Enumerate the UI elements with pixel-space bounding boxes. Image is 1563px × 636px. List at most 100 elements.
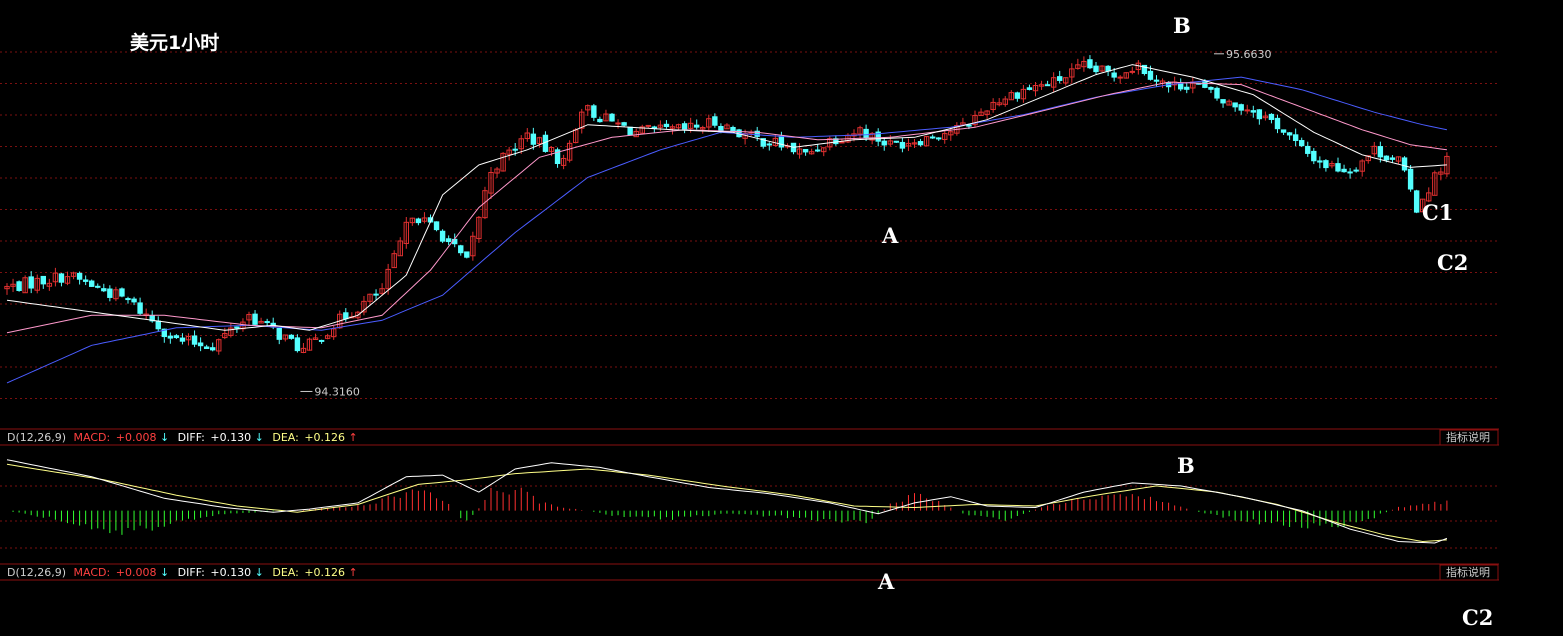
candle-up: [633, 128, 639, 138]
candle-series: [4, 55, 1450, 355]
candle-up: [113, 286, 119, 302]
indicator-help-button[interactable]: 指标说明: [1439, 429, 1499, 446]
candle-down: [1299, 137, 1305, 148]
candle-down: [1305, 141, 1311, 157]
candle-down: [252, 310, 258, 326]
price-annotation-c1: C1: [1422, 200, 1453, 225]
candle-down: [28, 271, 34, 294]
candle-up: [639, 124, 645, 134]
candle-up: [488, 166, 494, 199]
candle-down: [1238, 103, 1244, 115]
candle-down: [1292, 128, 1299, 147]
diff-line: [6, 459, 1448, 544]
candle-up: [1099, 65, 1105, 73]
svg-text:D(12,26,9) MACD: +: D(12,26,9) MACD: +0.008 ↓ DIFF: +0.130 ↓…: [7, 431, 358, 444]
candle-down: [833, 135, 839, 146]
candle-down: [893, 140, 900, 144]
candle-up: [978, 108, 984, 117]
candle-down: [917, 138, 924, 147]
candle-down: [802, 148, 809, 156]
candle-down: [1093, 62, 1099, 75]
candle-up: [421, 212, 428, 224]
candle-up: [403, 216, 410, 249]
candle-down: [1014, 91, 1021, 102]
candle-up: [1020, 84, 1027, 103]
candle-up: [603, 109, 609, 122]
candle-up: [1438, 167, 1444, 181]
indicator-help-label[interactable]: 指标说明: [1446, 430, 1490, 444]
candle-up: [216, 338, 222, 355]
chart-title: 美元1小时: [130, 31, 219, 54]
candle-down: [1335, 157, 1341, 173]
macd-lines: [6, 459, 1448, 544]
candle-down: [58, 272, 65, 287]
candle-down: [276, 327, 282, 345]
candle-down: [694, 119, 700, 130]
candle-down: [1178, 78, 1184, 92]
dea-line: [6, 463, 1447, 543]
low-price-marker: 94.3160: [300, 385, 360, 398]
candle-down: [929, 134, 936, 139]
candle-up: [391, 250, 397, 269]
indicator-header: D(12,26,9) MACD: +0.008 ↓ DIFF: +0.130 ↓…: [0, 428, 1499, 446]
diff-arrow: ↓: [255, 431, 264, 444]
indicator-help-button-2[interactable]: 指标说明: [1439, 564, 1499, 581]
candle-down: [1317, 156, 1323, 169]
candle-down: [591, 103, 597, 122]
macd-grid: [0, 485, 1499, 549]
candle-down: [621, 121, 627, 127]
candle-down: [1274, 114, 1281, 134]
candle-down: [197, 337, 204, 352]
candle-up: [258, 317, 264, 324]
candle-up: [1262, 111, 1269, 121]
candle-down: [778, 131, 785, 151]
candle-down: [1250, 105, 1256, 118]
candle-up: [70, 271, 77, 280]
price-grid: [0, 51, 1499, 399]
candle-down: [1214, 86, 1220, 101]
candle-up: [34, 274, 40, 294]
candle-down: [318, 339, 325, 344]
candle-down: [899, 137, 906, 153]
candle-up: [845, 133, 851, 144]
candle-up: [1129, 66, 1135, 75]
candle-down: [1413, 189, 1420, 214]
candle-up: [506, 146, 512, 161]
diff-arrow-2: ↓: [255, 566, 264, 579]
diff-value: +0.130: [210, 431, 251, 444]
candle-down: [609, 113, 615, 122]
indicator-help-label-2[interactable]: 指标说明: [1446, 565, 1490, 579]
candle-up: [984, 110, 990, 120]
macd-annotation-a: A: [877, 569, 895, 594]
macd-value: +0.008: [116, 431, 157, 444]
high-price-marker: 95.6630: [1213, 48, 1271, 61]
candle-down: [1407, 165, 1414, 192]
candle-down: [76, 271, 83, 285]
candle-up: [52, 267, 59, 287]
candle-down: [936, 137, 942, 141]
candle-down: [125, 296, 131, 304]
macd-arrow-2: ↓: [160, 566, 169, 579]
candle-up: [337, 310, 343, 329]
indicator-header-2: D(12,26,9) MACD: +0.008 ↓ DIFF: +0.130 ↓…: [0, 563, 1499, 581]
candle-up: [923, 135, 930, 147]
candle-down: [651, 125, 658, 133]
diff-value-2: +0.130: [210, 566, 251, 579]
candle-down: [663, 120, 670, 129]
candle-up: [300, 343, 307, 354]
candle-down: [458, 244, 464, 256]
candle-up: [1069, 63, 1075, 83]
candle-up: [585, 104, 591, 116]
candle-down: [1026, 84, 1033, 91]
macd-arrow: ↓: [160, 431, 169, 444]
candle-up: [1329, 160, 1335, 169]
low-price-label: 94.3160: [314, 385, 360, 398]
candle-up: [990, 98, 996, 113]
price-annotation-c2: C2: [1437, 250, 1468, 275]
price-annotation-a: A: [881, 223, 899, 248]
candle-down: [89, 279, 95, 287]
candle-up: [942, 131, 948, 144]
dea-value-2: +0.126: [304, 566, 345, 579]
candle-down: [790, 142, 797, 155]
candle-up: [1371, 141, 1377, 157]
